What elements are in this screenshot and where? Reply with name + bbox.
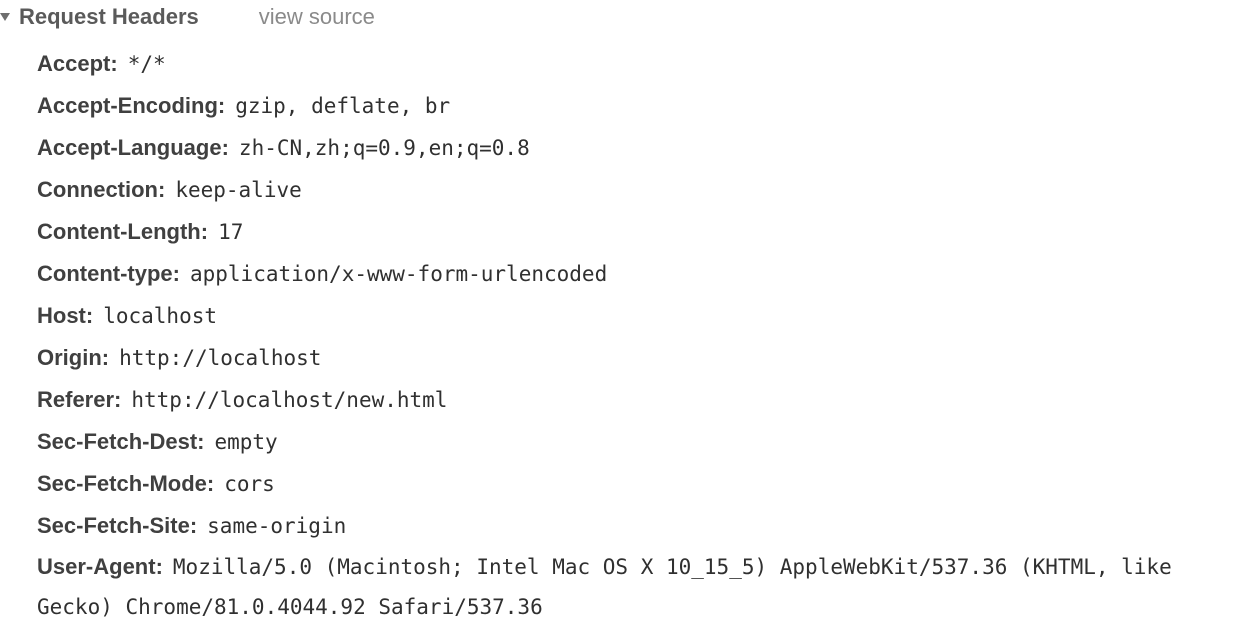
header-name: Content-Length	[37, 219, 201, 244]
header-separator: :	[101, 345, 110, 370]
request-headers-section-header[interactable]: Request Headers view source	[0, 0, 1260, 34]
header-separator: :	[155, 554, 163, 579]
header-name: Accept-Language	[37, 135, 222, 160]
header-name: Accept	[37, 51, 111, 76]
header-row-accept-language: Accept-Language: zh-CN,zh;q=0.9,en;q=0.8	[37, 127, 1260, 169]
header-separator: :	[172, 261, 180, 286]
header-value: cors	[224, 472, 275, 496]
header-row-origin: Origin: http://localhost	[37, 337, 1260, 379]
header-value: empty	[214, 430, 278, 454]
header-value: Mozilla/5.0 (Macintosh; Intel Mac OS X 1…	[37, 555, 1172, 619]
header-value: gzip, deflate, br	[235, 94, 451, 118]
header-separator: :	[114, 387, 122, 412]
header-name: Sec-Fetch-Mode	[37, 471, 207, 496]
header-separator: :	[110, 51, 118, 76]
header-row-content-type: Content-type: application/x-www-form-urle…	[37, 253, 1260, 295]
section-title[interactable]: Request Headers	[19, 4, 199, 30]
header-value: zh-CN,zh;q=0.9,en;q=0.8	[238, 136, 530, 160]
header-name: Sec-Fetch-Site	[37, 513, 190, 538]
header-row-connection: Connection: keep-alive	[37, 169, 1260, 211]
header-row-content-length: Content-Length: 17	[37, 211, 1260, 253]
header-list: Accept: */* Accept-Encoding: gzip, deflate…	[37, 43, 1260, 627]
header-name: Accept-Encoding	[37, 93, 218, 118]
header-row-sec-fetch-mode: Sec-Fetch-Mode: cors	[37, 463, 1260, 505]
header-row-accept-encoding: Accept-Encoding: gzip, deflate, br	[37, 85, 1260, 127]
view-source-link[interactable]: view source	[259, 4, 375, 30]
header-name: Origin	[37, 345, 102, 370]
header-name: Content-type	[37, 261, 173, 286]
triangle-down-icon[interactable]	[0, 0, 16, 34]
header-row-sec-fetch-dest: Sec-Fetch-Dest: empty	[37, 421, 1260, 463]
header-value: http://localhost/new.html	[131, 388, 448, 412]
header-name: Referer	[37, 387, 115, 412]
header-name: Connection	[37, 177, 158, 202]
header-value: http://localhost	[119, 346, 322, 370]
header-value: keep-alive	[175, 178, 302, 202]
header-name: Sec-Fetch-Dest	[37, 429, 198, 454]
header-value: 17	[218, 220, 244, 244]
header-separator: :	[197, 429, 205, 454]
header-row-host: Host: localhost	[37, 295, 1260, 337]
header-separator: :	[189, 513, 198, 538]
header-separator: :	[158, 177, 166, 202]
header-separator: :	[221, 135, 229, 160]
header-separator: :	[200, 219, 209, 244]
header-value: */*	[127, 52, 166, 76]
header-name: User-Agent	[37, 554, 156, 579]
header-separator: :	[206, 471, 215, 496]
header-row-referer: Referer: http://localhost/new.html	[37, 379, 1260, 421]
header-row-user-agent: User-Agent: Mozilla/5.0 (Macintosh; Intel…	[37, 547, 1260, 627]
header-row-accept: Accept: */*	[37, 43, 1260, 85]
header-value: application/x-www-form-urlencoded	[189, 262, 608, 286]
header-separator: :	[217, 93, 226, 118]
header-value: same-origin	[207, 514, 347, 538]
header-name: Host	[37, 303, 86, 328]
header-separator: :	[85, 303, 94, 328]
header-value: localhost	[103, 304, 218, 328]
header-row-sec-fetch-site: Sec-Fetch-Site: same-origin	[37, 505, 1260, 547]
